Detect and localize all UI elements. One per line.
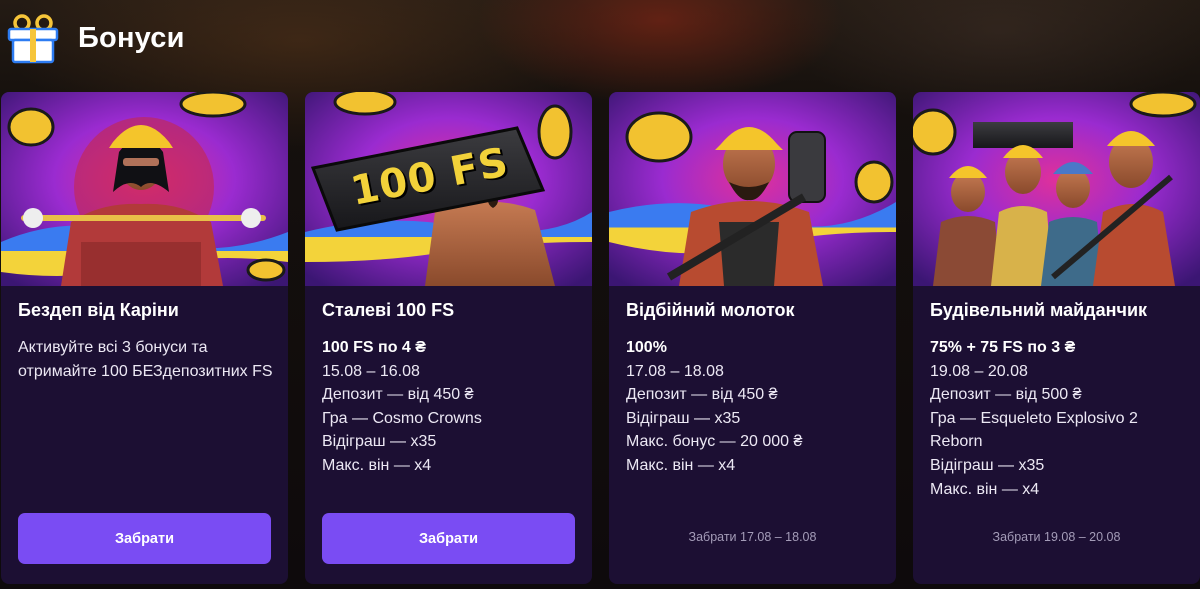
claim-period-text: Забрати 17.08 – 18.08 — [688, 530, 817, 544]
card-detail-line: Макс. він — х4 — [930, 480, 1040, 498]
bonus-card-steel-100fs: 100 FS Сталеві 100 FS 100 FS по 4 ₴ 15.0… — [305, 92, 592, 584]
card-title: Будівельний майданчик — [930, 300, 1148, 320]
card-title: Відбійний молоток — [626, 300, 795, 320]
bonus-card-construction-site: Будівельний майданчик 75% + 75 FS по 3 ₴… — [913, 92, 1200, 584]
card-detail-line: Гра — Cosmo Crowns — [322, 409, 482, 427]
worker-team-image — [913, 92, 1200, 286]
worker-jackhammer-image — [609, 92, 896, 286]
card-banner — [609, 92, 896, 286]
card-detail-line: Гра — Esqueleto Explosivo 2 Reborn — [930, 409, 1138, 451]
card-detail-line: Відіграш — х35 — [322, 433, 437, 451]
card-detail-line: Макс. він — х4 — [322, 456, 432, 474]
card-detail-line: Відіграш — х35 — [930, 456, 1045, 474]
card-details: 100% 17.08 – 18.08 Депозит — від 450 ₴ В… — [626, 336, 882, 478]
card-title: Бездеп від Каріни — [18, 300, 179, 320]
card-detail-line: 17.08 – 18.08 — [626, 362, 724, 380]
card-banner — [913, 92, 1200, 286]
claim-period-text: Забрати 19.08 – 20.08 — [992, 530, 1121, 544]
gift-icon — [7, 14, 59, 64]
bonus-card-karina: Бездеп від Каріни Активуйте всі 3 бонуси… — [1, 92, 288, 584]
card-headline: 100% — [626, 339, 667, 356]
card-detail-line: Макс. бонус — 20 000 ₴ — [626, 433, 803, 451]
card-text: Активуйте всі 3 бонуси та отримайте 100 … — [18, 339, 273, 380]
card-detail-line: Депозит — від 500 ₴ — [930, 386, 1082, 404]
claim-button[interactable]: Забрати — [18, 513, 271, 564]
page-header: Бонуси — [0, 0, 1200, 80]
bonus-card-jackhammer: Відбійний молоток 100% 17.08 – 18.08 Деп… — [609, 92, 896, 584]
worker-woman-image — [1, 92, 288, 286]
page-title: Бонуси — [78, 22, 185, 54]
card-banner: 100 FS — [305, 92, 592, 286]
card-headline: 75% + 75 FS по 3 ₴ — [930, 339, 1076, 356]
card-detail-line: Депозит — від 450 ₴ — [626, 386, 778, 404]
card-description: Активуйте всі 3 бонуси та отримайте 100 … — [18, 336, 274, 383]
card-title: Сталеві 100 FS — [322, 300, 455, 320]
card-detail-line: 15.08 – 16.08 — [322, 362, 420, 380]
card-banner — [1, 92, 288, 286]
card-detail-line: 19.08 – 20.08 — [930, 362, 1028, 380]
card-detail-line: Відіграш — х35 — [626, 409, 741, 427]
card-detail-line: Макс. він — х4 — [626, 456, 736, 474]
card-headline: 100 FS по 4 ₴ — [322, 339, 426, 356]
card-details: 100 FS по 4 ₴ 15.08 – 16.08 Депозит — ві… — [322, 336, 578, 478]
card-details: 75% + 75 FS по 3 ₴ 19.08 – 20.08 Депозит… — [930, 336, 1186, 501]
claim-button[interactable]: Забрати — [322, 513, 575, 564]
card-detail-line: Депозит — від 450 ₴ — [322, 386, 474, 404]
